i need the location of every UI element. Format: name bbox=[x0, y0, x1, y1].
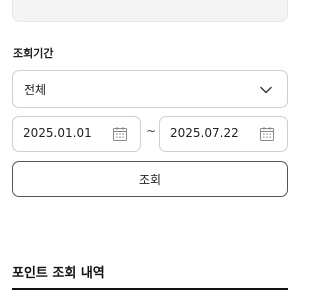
history-divider bbox=[12, 288, 288, 290]
top-info-box bbox=[12, 0, 288, 22]
search-button[interactable]: 조회 bbox=[12, 161, 288, 197]
start-date-field[interactable]: 2025.01.01 bbox=[12, 116, 141, 152]
period-select[interactable]: 전체 bbox=[12, 70, 288, 108]
end-date-field[interactable]: 2025.07.22 bbox=[159, 116, 288, 152]
period-label: 조회기간 bbox=[13, 47, 54, 60]
period-select-value: 전체 bbox=[24, 83, 47, 97]
date-range-separator: ~ bbox=[146, 124, 157, 138]
chevron-down-icon bbox=[260, 86, 272, 94]
history-title: 포인트 조회 내역 bbox=[12, 266, 105, 281]
start-date-value: 2025.01.01 bbox=[23, 126, 92, 140]
end-date-value: 2025.07.22 bbox=[170, 126, 239, 140]
calendar-icon[interactable] bbox=[259, 126, 275, 142]
calendar-icon[interactable] bbox=[112, 126, 128, 142]
